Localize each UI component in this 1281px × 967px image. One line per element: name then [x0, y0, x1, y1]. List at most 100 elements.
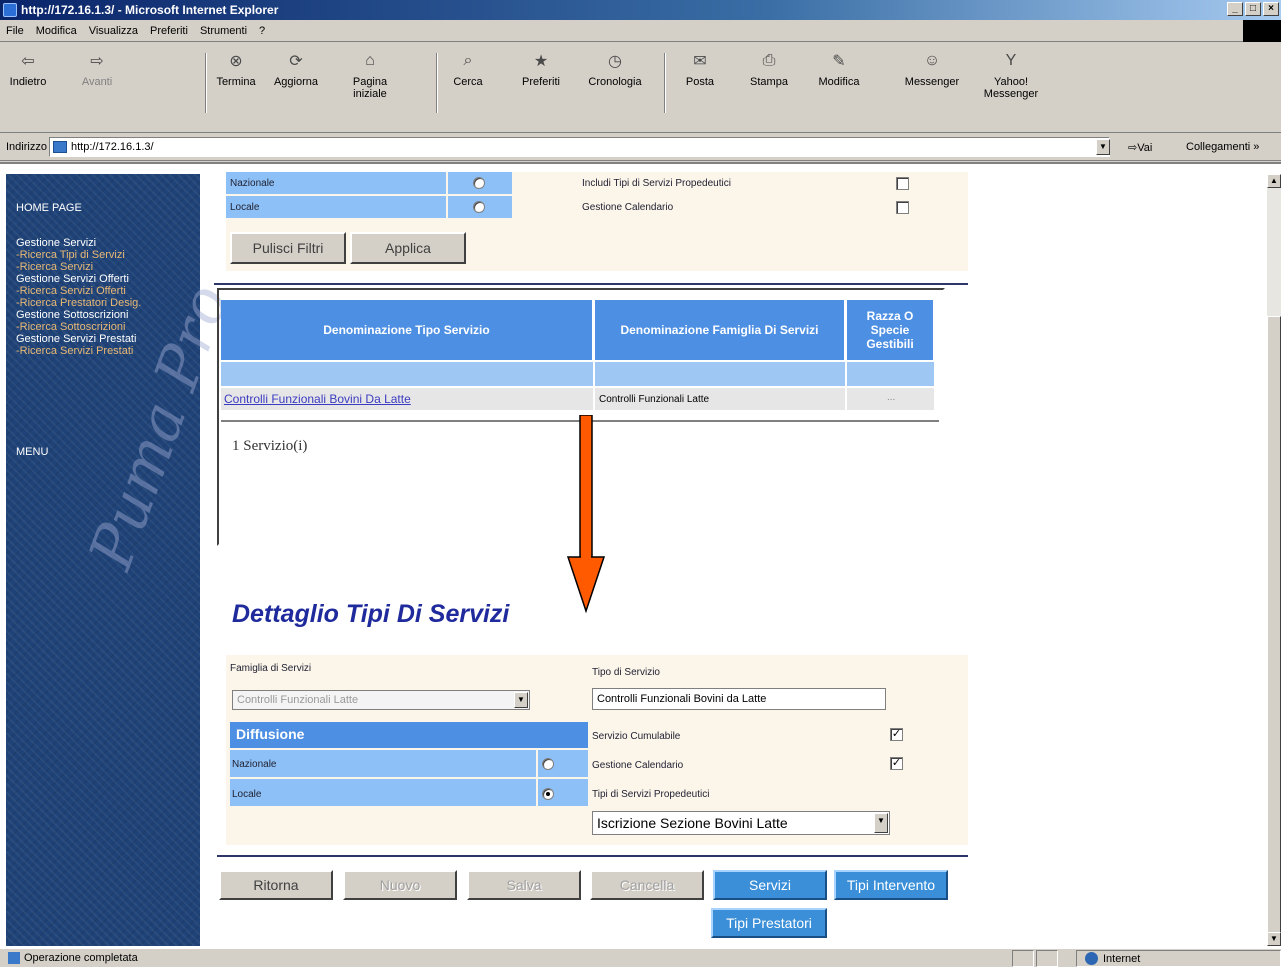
- pulisci-filtri-button[interactable]: Pulisci Filtri: [230, 232, 346, 264]
- close-button[interactable]: ×: [1263, 2, 1279, 16]
- sidebar-item[interactable]: -Ricerca Servizi: [16, 261, 93, 273]
- filter-includi-checkbox[interactable]: [896, 177, 909, 190]
- filter-panel: Nazionale Locale Includi Tipi di Servizi…: [226, 172, 968, 271]
- forward-arrow-icon: ⇨: [90, 53, 104, 70]
- tipi-prestatori-button[interactable]: Tipi Prestatori: [711, 908, 827, 938]
- favorites-icon: ★: [533, 53, 549, 70]
- history-button[interactable]: ◷ Cronologia: [582, 49, 648, 88]
- ritorna-button[interactable]: Ritorna: [219, 870, 333, 900]
- stop-icon: ⊗: [229, 53, 243, 70]
- chevron-down-icon: ▼: [514, 692, 528, 708]
- sidebar-item[interactable]: Gestione Servizi Prestati: [16, 333, 136, 345]
- detail-panel: Famiglia di Servizi Controlli Funzionali…: [226, 655, 968, 845]
- servizi-button[interactable]: Servizi: [713, 870, 827, 900]
- table-cell: ...: [847, 388, 934, 410]
- yahoo-messenger-button[interactable]: Y Yahoo! Messenger: [976, 49, 1046, 100]
- favorites-button[interactable]: ★ Preferiti: [518, 49, 564, 88]
- window-title-bar[interactable]: http://172.16.1.3/ - Microsoft Internet …: [0, 0, 1281, 20]
- vertical-scrollbar[interactable]: ▲ ▼: [1267, 174, 1281, 946]
- page-done-icon: [8, 952, 20, 964]
- salva-button[interactable]: Salva: [467, 870, 581, 900]
- back-button[interactable]: ⇦ Indietro: [8, 49, 48, 88]
- filter-nazionale-radio[interactable]: [473, 177, 485, 189]
- stop-button[interactable]: ⊗ Termina: [214, 49, 258, 88]
- row-tipo-link[interactable]: Controlli Funzionali Bovini Da Latte: [224, 392, 411, 406]
- propedeutici-select[interactable]: Iscrizione Sezione Bovini Latte ▼: [592, 811, 890, 835]
- menu-bar: File Modifica Visualizza Preferiti Strum…: [0, 20, 1281, 42]
- applica-button[interactable]: Applica: [350, 232, 466, 264]
- globe-icon: [1085, 952, 1098, 965]
- menu-preferiti[interactable]: Preferiti: [150, 25, 188, 37]
- table-cell: Controlli Funzionali Latte: [595, 388, 845, 410]
- nuovo-button[interactable]: Nuovo: [343, 870, 457, 900]
- sidebar-home[interactable]: HOME PAGE: [16, 202, 82, 214]
- mail-button[interactable]: ✉ Posta: [682, 49, 718, 88]
- scroll-up-icon[interactable]: ▲: [1267, 174, 1281, 188]
- scroll-down-icon[interactable]: ▼: [1267, 932, 1281, 946]
- filter-locale-radio[interactable]: [473, 201, 485, 213]
- edit-button[interactable]: ✎ Modifica: [810, 49, 868, 88]
- locale-radio[interactable]: [542, 788, 554, 800]
- status-text: Operazione completata: [24, 952, 138, 964]
- col-header-famiglia[interactable]: Denominazione Famiglia Di Servizi: [595, 300, 845, 360]
- cancella-button[interactable]: Cancella: [590, 870, 704, 900]
- famiglia-label: Famiglia di Servizi: [230, 663, 312, 674]
- menu-strumenti[interactable]: Strumenti: [200, 25, 247, 37]
- row-famiglia: Controlli Funzionali Latte: [599, 394, 710, 405]
- toolbar-separator: [205, 53, 207, 113]
- cumulabile-checkbox[interactable]: ✓: [890, 728, 903, 741]
- windows-logo-icon: [1243, 20, 1281, 42]
- address-field[interactable]: http://172.16.1.3/: [49, 137, 1110, 157]
- links-button[interactable]: Collegamenti »: [1186, 141, 1259, 153]
- filter-calendario-checkbox[interactable]: [896, 201, 909, 214]
- tipo-input[interactable]: Controlli Funzionali Bovini da Latte: [592, 688, 886, 710]
- calendario-checkbox[interactable]: ✓: [890, 757, 903, 770]
- filter-row-cell: [847, 362, 934, 386]
- messenger-icon: ☺: [923, 52, 941, 69]
- ie-icon: [3, 3, 17, 17]
- sidebar-item[interactable]: -Ricerca Prestatori Desig.: [16, 297, 141, 309]
- menu-help[interactable]: ?: [259, 25, 265, 37]
- security-zone: Internet: [1076, 950, 1281, 967]
- filter-includi-label: Includi Tipi di Servizi Propedeutici: [582, 178, 731, 189]
- divider: [214, 283, 968, 285]
- menu-file[interactable]: File: [6, 25, 24, 37]
- famiglia-select[interactable]: Controlli Funzionali Latte ▼: [232, 690, 530, 710]
- go-button[interactable]: ⇨Vai: [1128, 141, 1152, 154]
- search-button[interactable]: ⌕ Cerca: [448, 49, 488, 88]
- table-row: Controlli Funzionali Bovini Da Latte: [221, 388, 593, 410]
- sidebar-item[interactable]: Gestione Servizi: [16, 237, 96, 249]
- home-button[interactable]: ⌂ Pagina iniziale: [350, 49, 390, 100]
- address-bar: Indirizzo http://172.16.1.3/ ▼ ⇨Vai Coll…: [0, 134, 1281, 161]
- sidebar-item[interactable]: -Ricerca Tipi di Servizi: [16, 249, 125, 261]
- tipo-label: Tipo di Servizio: [592, 667, 660, 678]
- filter-calendario-label: Gestione Calendario: [582, 202, 674, 213]
- nazionale-radio[interactable]: [542, 758, 554, 770]
- address-dropdown-icon[interactable]: ▼: [1096, 139, 1110, 155]
- minimize-button[interactable]: _: [1227, 2, 1243, 16]
- sidebar-item[interactable]: -Ricerca Servizi Offerti: [16, 285, 126, 297]
- filter-row-cell: [221, 362, 593, 386]
- messenger-button[interactable]: ☺ Messenger: [896, 49, 968, 88]
- chevron-down-icon: ▼: [874, 813, 888, 833]
- forward-button[interactable]: ⇨ Avanti: [72, 49, 122, 88]
- sidebar-item[interactable]: Gestione Servizi Offerti: [16, 273, 129, 285]
- sidebar-menu[interactable]: MENU: [16, 446, 48, 458]
- tipi-intervento-button[interactable]: Tipi Intervento: [834, 870, 948, 900]
- sidebar-item[interactable]: Gestione Sottoscrizioni: [16, 309, 129, 321]
- status-cell: [1012, 950, 1034, 967]
- toolbar-separator: [436, 53, 438, 113]
- row-razza[interactable]: ...: [887, 392, 895, 403]
- col-header-razza[interactable]: Razza O Specie Gestibili: [847, 300, 934, 360]
- col-header-tipo[interactable]: Denominazione Tipo Servizio: [221, 300, 593, 360]
- calendario-label: Gestione Calendario: [592, 760, 684, 771]
- scrollbar-thumb[interactable]: [1267, 316, 1281, 946]
- sidebar-item[interactable]: -Ricerca Sottoscrizioni: [16, 321, 125, 333]
- refresh-button[interactable]: ⟳ Aggiorna: [272, 49, 320, 88]
- menu-modifica[interactable]: Modifica: [36, 25, 77, 37]
- maximize-button[interactable]: □: [1245, 2, 1261, 16]
- print-button[interactable]: ⎙ Stampa: [748, 49, 790, 88]
- sidebar-item[interactable]: -Ricerca Servizi Prestati: [16, 345, 133, 357]
- toolbar: ⇦ Indietro ⇨ Avanti ⊗ Termina ⟳ Aggiorna ⌂ Pa…: [0, 43, 1281, 133]
- menu-visualizza[interactable]: Visualizza: [89, 25, 138, 37]
